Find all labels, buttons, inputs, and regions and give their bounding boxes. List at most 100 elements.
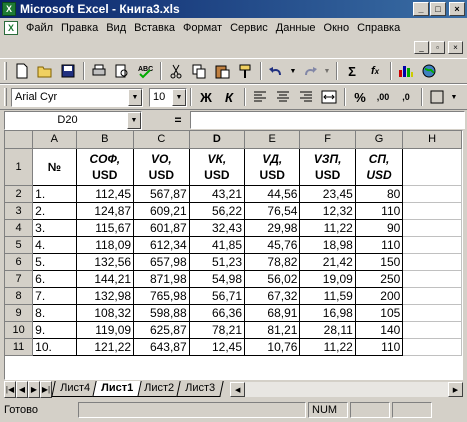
table-cell[interactable]: 44,56 <box>244 185 301 203</box>
row-header[interactable]: 10 <box>5 321 34 339</box>
empty-cell[interactable] <box>402 236 462 254</box>
row-header[interactable]: 8 <box>5 287 34 305</box>
select-all-corner[interactable] <box>5 131 34 149</box>
table-cell[interactable]: 2. <box>32 202 77 220</box>
column-header[interactable]: E <box>244 131 301 149</box>
close-button[interactable]: × <box>449 2 465 16</box>
sheet-tab-list3[interactable]: Лист3 <box>176 381 224 397</box>
table-cell[interactable]: 8. <box>32 304 77 322</box>
table-cell[interactable]: 132,56 <box>76 253 135 271</box>
table-cell[interactable]: 10,76 <box>244 338 301 356</box>
table-cell[interactable]: 80 <box>355 185 404 203</box>
table-cell[interactable]: 598,88 <box>133 304 190 322</box>
align-left-icon[interactable] <box>249 87 271 107</box>
redo-dropdown-icon[interactable]: ▼ <box>322 61 332 81</box>
header-cell[interactable]: СОФ, USD <box>76 148 135 186</box>
column-header[interactable]: C <box>133 131 190 149</box>
save-icon[interactable] <box>57 61 79 81</box>
table-cell[interactable]: 144,21 <box>76 270 135 288</box>
table-cell[interactable]: 5. <box>32 253 77 271</box>
table-cell[interactable]: 871,98 <box>133 270 190 288</box>
table-cell[interactable]: 12,32 <box>299 202 356 220</box>
chevron-down-icon[interactable]: ▼ <box>128 88 142 106</box>
table-cell[interactable]: 1. <box>32 185 77 203</box>
table-cell[interactable]: 108,32 <box>76 304 135 322</box>
name-box[interactable]: D20 ▼ <box>4 110 142 130</box>
doc-restore-button[interactable]: ▫ <box>430 40 445 54</box>
menu-file[interactable]: Файл <box>22 22 57 34</box>
table-cell[interactable]: 32,43 <box>189 219 246 237</box>
empty-cell[interactable] <box>402 185 462 203</box>
header-cell[interactable]: VК, USD <box>189 148 246 186</box>
percent-style-icon[interactable]: % <box>349 87 371 107</box>
empty-cell[interactable] <box>402 338 462 356</box>
table-cell[interactable]: 124,87 <box>76 202 135 220</box>
header-cell[interactable]: № <box>32 148 77 186</box>
align-right-icon[interactable] <box>295 87 317 107</box>
table-cell[interactable]: 200 <box>355 287 404 305</box>
menu-tools[interactable]: Сервис <box>226 22 272 34</box>
table-cell[interactable]: 78,21 <box>189 321 246 339</box>
header-cell[interactable]: СП, USD <box>355 148 404 186</box>
table-cell[interactable]: 567,87 <box>133 185 190 203</box>
empty-cell[interactable] <box>402 270 462 288</box>
last-sheet-icon[interactable]: ▶| <box>40 381 52 398</box>
doc-close-button[interactable]: × <box>448 40 463 54</box>
menu-format[interactable]: Формат <box>179 22 226 34</box>
row-header[interactable]: 2 <box>5 185 34 203</box>
bold-button[interactable]: Ж <box>195 87 217 107</box>
table-cell[interactable]: 76,54 <box>244 202 301 220</box>
minimize-button[interactable]: _ <box>413 2 429 16</box>
print-preview-icon[interactable] <box>111 61 133 81</box>
scroll-left-icon[interactable]: ◀ <box>230 382 246 397</box>
toolbar-grip[interactable] <box>4 62 7 80</box>
table-cell[interactable]: 23,45 <box>299 185 356 203</box>
table-cell[interactable]: 21,42 <box>299 253 356 271</box>
menu-window[interactable]: Окно <box>320 22 354 34</box>
scroll-track[interactable] <box>245 382 448 397</box>
row-header[interactable]: 5 <box>5 236 34 254</box>
undo-icon[interactable] <box>265 61 287 81</box>
table-cell[interactable]: 110 <box>355 202 404 220</box>
header-cell[interactable]: VО, USD <box>133 148 190 186</box>
table-cell[interactable]: 250 <box>355 270 404 288</box>
row-header[interactable]: 9 <box>5 304 34 322</box>
table-cell[interactable]: 140 <box>355 321 404 339</box>
redo-icon[interactable] <box>299 61 321 81</box>
font-size-select[interactable]: 10 ▼ <box>149 87 187 107</box>
table-cell[interactable]: 150 <box>355 253 404 271</box>
menu-data[interactable]: Данные <box>272 22 320 34</box>
horizontal-scrollbar[interactable]: ◀ ▶ <box>230 381 463 398</box>
decrease-decimal-icon[interactable]: ,0 <box>395 87 417 107</box>
format-painter-icon[interactable] <box>234 61 256 81</box>
chart-wizard-icon[interactable] <box>395 61 417 81</box>
merge-center-icon[interactable] <box>318 87 340 107</box>
column-header[interactable]: G <box>355 131 404 149</box>
table-cell[interactable]: 119,09 <box>76 321 135 339</box>
table-cell[interactable]: 90 <box>355 219 404 237</box>
worksheet-grid[interactable]: A B C D E F G H 1 № СОФ, USD VО, USD VК, US… <box>4 130 463 380</box>
next-sheet-icon[interactable]: ▶ <box>28 381 40 398</box>
chevron-down-icon[interactable]: ▼ <box>172 88 186 106</box>
header-cell[interactable]: VЗП, USD <box>299 148 356 186</box>
scroll-right-icon[interactable]: ▶ <box>448 382 463 397</box>
maximize-button[interactable]: □ <box>430 2 446 16</box>
table-cell[interactable]: 12,45 <box>189 338 246 356</box>
header-cell[interactable]: VД, USD <box>244 148 301 186</box>
table-cell[interactable]: 29,98 <box>244 219 301 237</box>
map-icon[interactable] <box>418 61 440 81</box>
empty-cell[interactable] <box>402 287 462 305</box>
table-cell[interactable]: 81,21 <box>244 321 301 339</box>
empty-cell[interactable] <box>402 202 462 220</box>
print-icon[interactable] <box>88 61 110 81</box>
table-cell[interactable]: 45,76 <box>244 236 301 254</box>
table-cell[interactable]: 643,87 <box>133 338 190 356</box>
workbook-icon[interactable]: X <box>4 21 18 35</box>
sheet-tab-list1[interactable]: Лист1 <box>92 381 142 397</box>
table-cell[interactable]: 41,85 <box>189 236 246 254</box>
table-cell[interactable]: 132,98 <box>76 287 135 305</box>
table-cell[interactable]: 28,11 <box>299 321 356 339</box>
italic-button[interactable]: К <box>218 87 240 107</box>
table-cell[interactable]: 4. <box>32 236 77 254</box>
formula-input[interactable] <box>190 111 465 129</box>
